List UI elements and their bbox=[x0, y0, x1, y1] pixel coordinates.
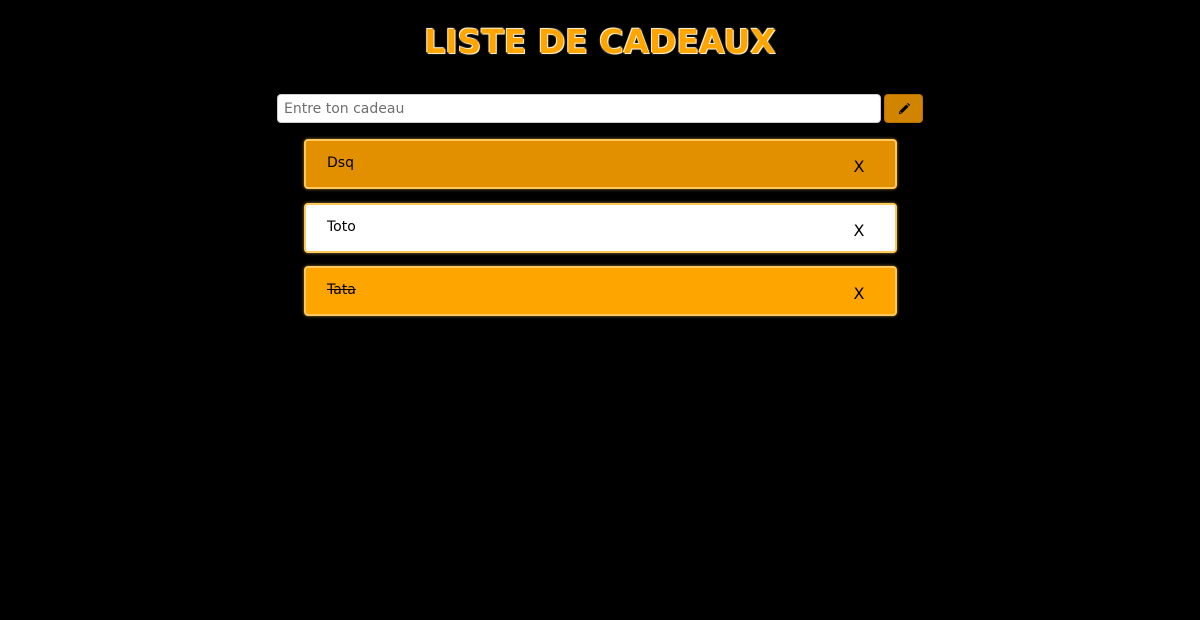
gift-name: Tata bbox=[327, 282, 356, 298]
page-title: LISTE DE CADEAUX bbox=[424, 22, 776, 61]
gift-list-app: LISTE DE CADEAUX Dsq X Toto X Tata X bbox=[0, 0, 1200, 620]
gift-item[interactable]: Dsq X bbox=[304, 139, 897, 189]
delete-gift-button[interactable]: X bbox=[851, 221, 867, 241]
pencil-icon bbox=[897, 102, 911, 116]
gift-input[interactable] bbox=[277, 94, 881, 123]
gift-name: Dsq bbox=[327, 155, 354, 171]
delete-gift-button[interactable]: X bbox=[851, 157, 867, 177]
gift-name: Toto bbox=[327, 219, 356, 235]
add-gift-form bbox=[277, 94, 923, 124]
add-gift-button[interactable] bbox=[884, 94, 923, 123]
gift-list: Dsq X Toto X Tata X bbox=[304, 139, 897, 330]
gift-item[interactable]: Toto X bbox=[304, 203, 897, 253]
delete-gift-button[interactable]: X bbox=[851, 284, 867, 304]
gift-item[interactable]: Tata X bbox=[304, 266, 897, 316]
